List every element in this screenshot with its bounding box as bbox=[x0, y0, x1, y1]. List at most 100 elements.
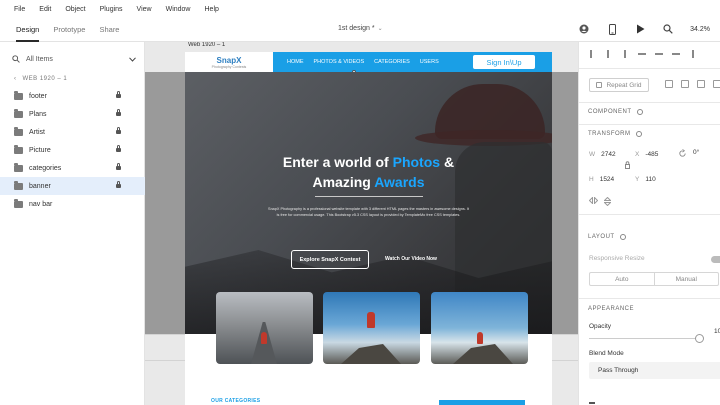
height-field[interactable]: H 1524 bbox=[589, 176, 614, 183]
zoom-level[interactable]: 34.2% bbox=[690, 26, 710, 33]
menu-help[interactable]: Help bbox=[205, 6, 219, 13]
x-value[interactable]: -485 bbox=[645, 151, 658, 158]
blend-mode-select[interactable]: Pass Through bbox=[589, 362, 720, 379]
appearance-label: APPEARANCE bbox=[588, 306, 635, 312]
lock-aspect-toggle[interactable] bbox=[625, 161, 630, 169]
hero-heading-text: Amazing bbox=[312, 174, 375, 190]
union-icon[interactable] bbox=[665, 80, 673, 88]
resize-mode-segmented: Auto Manual bbox=[589, 272, 719, 286]
hero-heading-highlight: Photos bbox=[392, 154, 441, 170]
align-left-icon[interactable] bbox=[587, 50, 595, 58]
hero-divider bbox=[315, 196, 423, 197]
repeat-grid-label: Repeat Grid bbox=[606, 81, 642, 89]
menu-plugins[interactable]: Plugins bbox=[100, 6, 123, 13]
rotation-value[interactable]: 0° bbox=[693, 149, 699, 158]
nav-categories[interactable]: CATEGORIES bbox=[374, 59, 410, 65]
layer-name: banner bbox=[29, 182, 51, 190]
menu-edit[interactable]: Edit bbox=[39, 6, 51, 13]
lock-icon[interactable] bbox=[116, 145, 121, 152]
align-middle-icon[interactable] bbox=[655, 50, 663, 58]
layer-banner[interactable]: banner bbox=[0, 177, 145, 195]
width-value[interactable]: 2742 bbox=[601, 151, 615, 158]
layer-name: categories bbox=[29, 164, 62, 172]
lock-icon[interactable] bbox=[116, 109, 121, 116]
lock-icon[interactable] bbox=[116, 127, 121, 134]
info-icon[interactable] bbox=[635, 131, 642, 137]
layer-picture[interactable]: Picture bbox=[0, 141, 145, 159]
rotation-field[interactable]: 0° bbox=[678, 149, 699, 158]
x-field[interactable]: X -485 bbox=[635, 151, 658, 158]
tab-design[interactable]: Design bbox=[16, 18, 40, 42]
exclude-icon[interactable] bbox=[713, 80, 720, 88]
menu-view[interactable]: View bbox=[137, 6, 152, 13]
chevron-left-icon[interactable]: ‹ bbox=[14, 76, 17, 82]
layer-plans[interactable]: Plans bbox=[0, 105, 145, 123]
site-logo[interactable]: SnapX Photography Contests bbox=[185, 52, 273, 72]
user-avatar-icon[interactable] bbox=[578, 23, 590, 35]
flip-horizontal-icon[interactable] bbox=[589, 197, 598, 204]
layer-categories[interactable]: categories bbox=[0, 159, 145, 177]
folder-icon bbox=[14, 108, 23, 118]
intersect-icon[interactable] bbox=[697, 80, 705, 88]
zoom-search-icon[interactable] bbox=[662, 23, 674, 35]
y-field[interactable]: Y 110 bbox=[635, 176, 656, 183]
flip-vertical-icon[interactable] bbox=[604, 197, 611, 206]
tab-prototype[interactable]: Prototype bbox=[53, 18, 85, 42]
photo-thumb-cliff[interactable] bbox=[323, 292, 420, 364]
design-canvas[interactable]: Web 1920 – 1 SnapX Photography Contests … bbox=[145, 42, 578, 405]
divider bbox=[579, 124, 720, 125]
info-icon[interactable] bbox=[636, 109, 643, 115]
play-icon[interactable] bbox=[634, 23, 646, 35]
photo-thumb-road[interactable] bbox=[216, 292, 313, 364]
hero-heading: Enter a world of Photos & Amazing Awards bbox=[185, 152, 552, 192]
document-title-menu[interactable]: 1st design * ⌄ bbox=[338, 25, 383, 32]
opacity-value[interactable]: 10 bbox=[714, 328, 720, 335]
collapse-indicator bbox=[589, 402, 595, 404]
nav-photos-videos[interactable]: PHOTOS & VIDEOS bbox=[314, 59, 365, 65]
menu-window[interactable]: Window bbox=[166, 6, 191, 13]
chevron-down-icon[interactable] bbox=[129, 56, 136, 62]
menu-object[interactable]: Object bbox=[65, 6, 85, 13]
height-value[interactable]: 1524 bbox=[600, 176, 614, 183]
search-input[interactable]: All Items bbox=[26, 56, 129, 63]
layer-artist[interactable]: Artist bbox=[0, 123, 145, 141]
lock-icon[interactable] bbox=[116, 181, 121, 188]
hero-heading-text: Enter a world of bbox=[282, 154, 393, 170]
width-label: W bbox=[589, 151, 596, 158]
layer-nav-bar[interactable]: nav bar bbox=[0, 195, 145, 213]
align-tools bbox=[587, 50, 697, 58]
y-value[interactable]: 110 bbox=[645, 176, 655, 183]
artboard-label[interactable]: Web 1920 – 1 bbox=[188, 42, 225, 48]
lock-icon[interactable] bbox=[116, 91, 121, 98]
align-top-icon[interactable] bbox=[638, 50, 646, 58]
opacity-value-field[interactable]: 10 bbox=[714, 328, 720, 335]
nav-users[interactable]: USERS bbox=[420, 59, 439, 65]
lock-icon[interactable] bbox=[116, 163, 121, 170]
responsive-resize-toggle[interactable] bbox=[711, 256, 720, 263]
align-bottom-icon[interactable] bbox=[672, 50, 680, 58]
resize-auto-option[interactable]: Auto bbox=[590, 273, 654, 285]
layers-search[interactable]: All Items bbox=[12, 52, 136, 66]
watch-video-link[interactable]: Watch Our Video Now bbox=[385, 256, 437, 262]
width-field[interactable]: W 2742 bbox=[589, 151, 616, 158]
explore-contest-button[interactable]: Explore SnapX Contest bbox=[291, 250, 369, 269]
info-icon[interactable] bbox=[619, 234, 626, 240]
opacity-slider-track[interactable] bbox=[589, 338, 701, 339]
opacity-slider-knob[interactable] bbox=[695, 334, 704, 343]
device-preview-icon[interactable] bbox=[606, 23, 618, 35]
subtract-icon[interactable] bbox=[681, 80, 689, 88]
tab-share[interactable]: Share bbox=[99, 18, 119, 42]
categories-button[interactable] bbox=[439, 400, 525, 405]
photo-thumb-summit[interactable] bbox=[431, 292, 528, 364]
nav-home[interactable]: HOME bbox=[287, 59, 304, 65]
repeat-grid-button[interactable]: Repeat Grid bbox=[589, 78, 649, 92]
align-center-icon[interactable] bbox=[604, 50, 612, 58]
artboard[interactable]: SnapX Photography Contests HOME PHOTOS &… bbox=[185, 52, 552, 405]
sign-in-button[interactable]: Sign In\Up bbox=[472, 54, 536, 70]
distribute-icon[interactable] bbox=[689, 50, 697, 58]
layers-breadcrumb[interactable]: ‹ WEB 1920 – 1 bbox=[14, 76, 67, 82]
resize-manual-option[interactable]: Manual bbox=[653, 273, 719, 285]
menu-file[interactable]: File bbox=[14, 6, 25, 13]
align-right-icon[interactable] bbox=[621, 50, 629, 58]
layer-footer[interactable]: footer bbox=[0, 87, 145, 105]
